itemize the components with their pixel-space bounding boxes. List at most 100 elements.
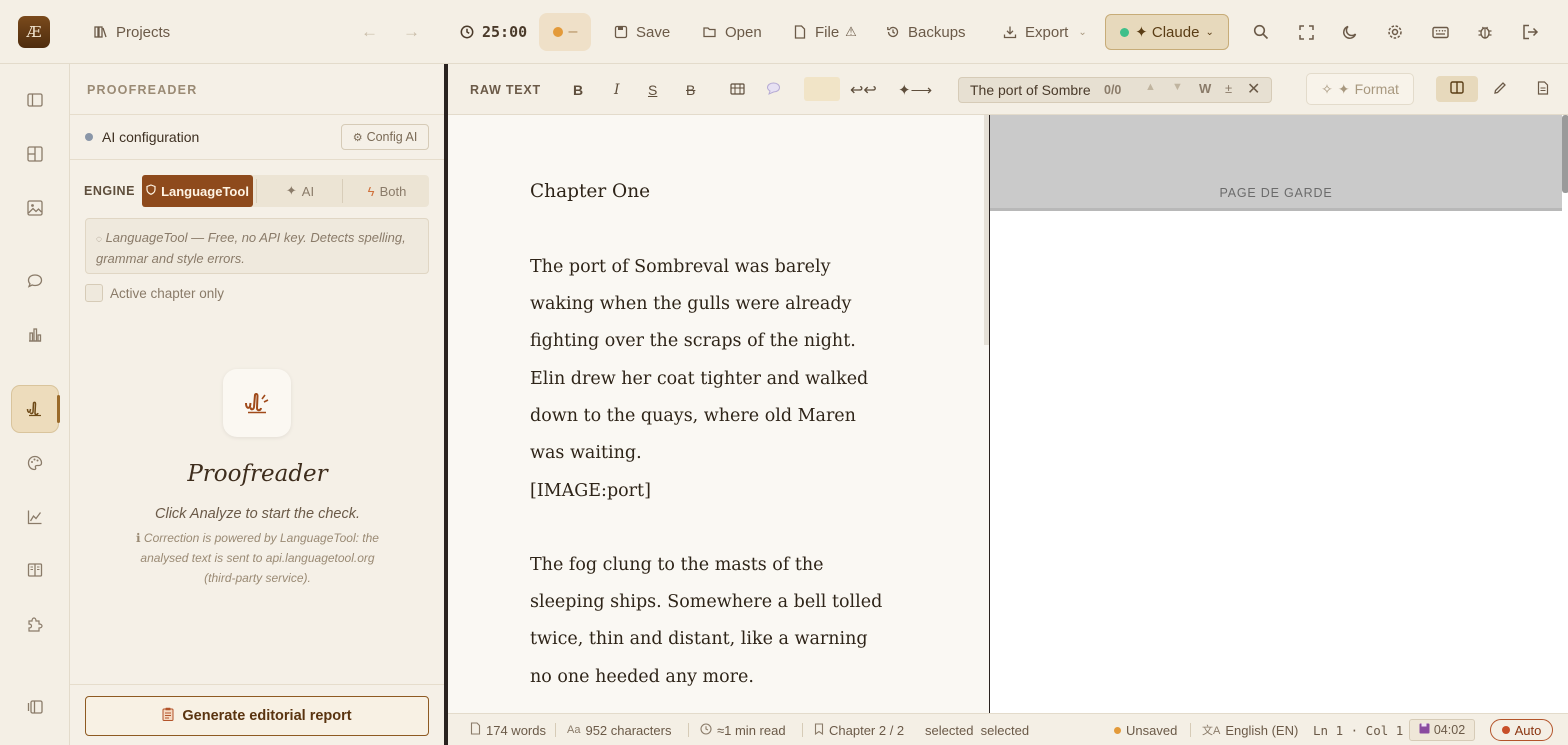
logout-button[interactable]: [1521, 0, 1539, 64]
backups-button[interactable]: Backups: [884, 0, 966, 64]
config-ai-label: Config AI: [366, 130, 418, 144]
paragraph[interactable]: The fog clung to the masts of the sleepi…: [530, 547, 890, 696]
edit-view-button[interactable]: [1493, 64, 1507, 115]
debug-button[interactable]: [1476, 0, 1494, 64]
generate-report-button[interactable]: Generate editorial report: [85, 696, 429, 736]
ai-status-dot: [85, 133, 93, 141]
analytics-icon[interactable]: [22, 504, 48, 530]
puzzle-icon[interactable]: [22, 611, 48, 637]
chapter-title[interactable]: Chapter One: [530, 181, 650, 202]
table-button[interactable]: [730, 64, 745, 115]
book-icon[interactable]: [22, 557, 48, 583]
auto-mode-toggle[interactable]: Auto: [1490, 719, 1553, 741]
ai-configuration-label: AI configuration: [102, 129, 200, 145]
model-status-dot: [1120, 27, 1130, 37]
separator: [555, 723, 556, 737]
page-preview: PAGE DE GARDE: [989, 115, 1568, 713]
format-label: Format: [1354, 81, 1399, 97]
save-label: Save: [636, 23, 671, 41]
chapter-indicator[interactable]: Chapter 2 / 2: [814, 714, 904, 745]
case-toggle[interactable]: ±: [1225, 81, 1232, 96]
timer-button[interactable]: 25:00: [458, 0, 527, 64]
split-view-button[interactable]: [1436, 76, 1478, 102]
fullscreen-button[interactable]: [1297, 0, 1315, 64]
preview-scrollbar[interactable]: [1562, 115, 1568, 193]
arrow-left-icon: ←: [361, 22, 378, 41]
line-break-button[interactable]: ↩↩: [850, 64, 877, 115]
file-button[interactable]: File ⚠: [791, 0, 857, 64]
save-button[interactable]: Save: [612, 0, 670, 64]
find-next-icon[interactable]: ▼: [1172, 81, 1183, 93]
config-ai-button[interactable]: ⚙ Config AI: [341, 124, 429, 150]
engine-languagetool-button[interactable]: LanguageTool: [142, 175, 253, 207]
page-label: PAGE DE GARDE: [1219, 186, 1333, 200]
text-editor[interactable]: Chapter One The port of Sombreval was ba…: [448, 115, 989, 713]
info-icon: ℹ: [136, 531, 141, 545]
bold-button[interactable]: B: [573, 64, 583, 115]
back-button[interactable]: ←: [361, 0, 378, 64]
search-button[interactable]: [1252, 0, 1270, 64]
language-selector[interactable]: 文A English (EN): [1202, 714, 1298, 745]
app-logo[interactable]: Æ: [18, 16, 50, 48]
paragraph[interactable]: The port of Sombreval was barely waking …: [530, 249, 890, 472]
sparkle-icon: ✦: [1337, 80, 1350, 97]
image-placeholder-tag[interactable]: [IMAGE:port]: [530, 473, 890, 510]
format-button[interactable]: ✧ ✦ Format: [1306, 73, 1414, 105]
shield-icon: [146, 184, 156, 198]
active-indicator: [57, 395, 60, 423]
find-result-count: 0/0: [1104, 83, 1122, 97]
active-chapter-label[interactable]: Active chapter only: [110, 286, 224, 301]
grid-icon[interactable]: [22, 141, 48, 167]
generate-report-label: Generate editorial report: [182, 708, 352, 724]
export-dropdown[interactable]: Export ⌄: [1001, 0, 1087, 64]
pomodoro-toggle[interactable]: –: [539, 13, 591, 51]
whole-word-toggle[interactable]: W: [1199, 81, 1211, 96]
status-bar: 174 words Aa 952 characters ≈1 min read …: [448, 713, 1568, 745]
find-bar: The port of Sombre 0/0 ▲ ▼ W ± ✕: [958, 77, 1272, 103]
privacy-note: ℹ Correction is powered by LanguageTool:…: [125, 528, 390, 588]
bar-chart-icon[interactable]: [22, 322, 48, 348]
warning-icon: ⚠: [845, 24, 857, 39]
find-prev-icon[interactable]: ▲: [1145, 81, 1156, 93]
active-chapter-checkbox[interactable]: [85, 284, 103, 302]
chat-icon[interactable]: [22, 268, 48, 294]
forward-button[interactable]: →: [403, 0, 420, 64]
find-input[interactable]: The port of Sombre: [970, 82, 1091, 98]
model-selector[interactable]: ✦ Claude ⌄: [1105, 14, 1229, 50]
strikethrough-button[interactable]: B: [686, 64, 695, 115]
image-icon[interactable]: [22, 195, 48, 221]
search-icon: [1252, 23, 1270, 41]
pomodoro-status-dot: [552, 27, 563, 37]
underline-button[interactable]: S: [648, 64, 657, 115]
open-button[interactable]: Open: [701, 0, 762, 64]
floppy-icon: [1419, 723, 1430, 737]
scene-break-button[interactable]: ✦⟶: [898, 64, 932, 115]
character-count-text: 952 characters: [585, 722, 672, 738]
palette-icon[interactable]: [22, 450, 48, 476]
sidebar-toggle-icon[interactable]: [22, 87, 48, 113]
divider: [70, 114, 445, 115]
preview-view-button[interactable]: [1537, 64, 1549, 115]
character-count: Aa 952 characters: [567, 714, 671, 745]
unsaved-dot: [1114, 726, 1121, 734]
language-text: English (EN): [1225, 722, 1299, 738]
projects-label: Projects: [116, 23, 171, 41]
highlight-color-button[interactable]: [804, 77, 840, 101]
projects-button[interactable]: Projects: [92, 0, 170, 64]
italic-button[interactable]: I: [614, 64, 620, 115]
read-time-text: ≈1 min read: [717, 722, 786, 738]
comment-button[interactable]: [766, 64, 781, 115]
engine-both-label: Both: [379, 183, 407, 199]
close-find-icon[interactable]: ✕: [1247, 79, 1260, 99]
engine-ai-button[interactable]: ✦ AI: [259, 175, 341, 207]
proofreader-icon[interactable]: [11, 385, 59, 433]
settings-button[interactable]: [1386, 0, 1404, 64]
engine-both-button[interactable]: ϟ Both: [346, 175, 428, 207]
theme-toggle[interactable]: [1341, 0, 1359, 64]
engine-label: ENGINE: [84, 175, 143, 207]
collapse-icon[interactable]: [22, 694, 48, 720]
clipboard-icon: [162, 707, 174, 725]
sparkle-icon: ✦: [285, 183, 297, 198]
auto-status-dot: [1501, 726, 1510, 734]
shortcuts-button[interactable]: [1431, 0, 1449, 64]
